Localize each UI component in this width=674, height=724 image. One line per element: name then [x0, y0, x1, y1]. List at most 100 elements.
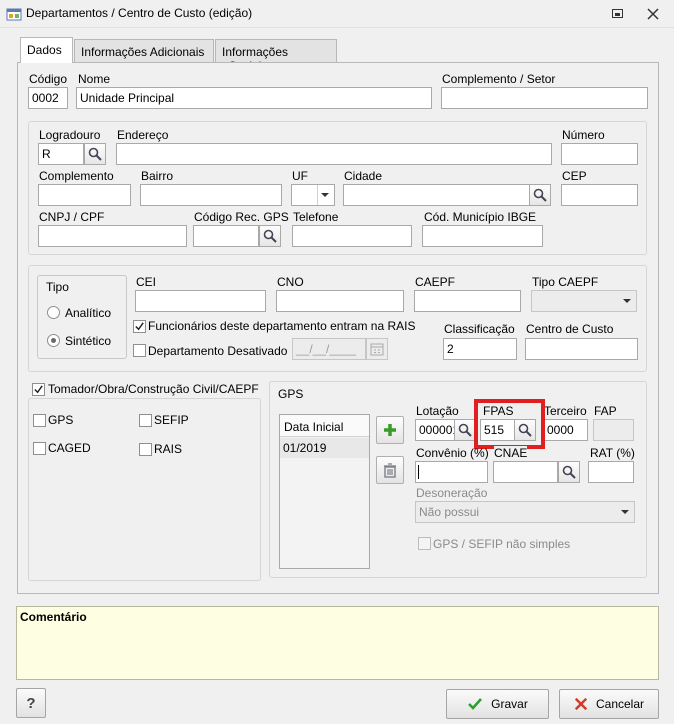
- chevron-down-icon: [616, 502, 634, 522]
- cnae-label: CNAE: [494, 446, 528, 460]
- desoneracao-label: Desoneração: [416, 486, 488, 500]
- sefip-checkbox[interactable]: [139, 414, 152, 427]
- gps-sefip-nao-simples-checkbox[interactable]: [418, 537, 431, 550]
- logradouro-search-button[interactable]: [84, 143, 106, 165]
- tomador-checkbox[interactable]: [32, 383, 45, 396]
- complemento-label: Complemento: [39, 169, 114, 183]
- restore-icon[interactable]: [611, 8, 625, 20]
- codigo-rec-gps-label: Código Rec. GPS: [194, 210, 289, 224]
- logradouro-label: Logradouro: [39, 128, 101, 142]
- list-item-label: 01/2019: [283, 441, 327, 455]
- tipo-sintetico-radio[interactable]: [47, 334, 60, 347]
- telefone-label: Telefone: [293, 210, 339, 224]
- tipo-sintetico-label[interactable]: Sintético: [65, 334, 111, 348]
- text-cursor: [418, 465, 419, 479]
- lotacao-field[interactable]: 000001: [415, 419, 455, 441]
- cei-field[interactable]: [135, 290, 266, 312]
- caged-option-label[interactable]: CAGED: [48, 441, 91, 455]
- caepf-field[interactable]: [414, 290, 521, 312]
- cancelar-button[interactable]: Cancelar: [559, 689, 659, 719]
- gravar-button[interactable]: Gravar: [446, 689, 549, 719]
- tab-informacoes-adicionais[interactable]: Informações Adicionais: [74, 39, 214, 63]
- search-icon: [263, 229, 277, 243]
- cnae-search-button[interactable]: [558, 461, 580, 483]
- complemento-field[interactable]: [38, 184, 131, 206]
- plus-icon: [384, 424, 396, 436]
- calendar-icon[interactable]: [366, 338, 388, 360]
- fap-field[interactable]: [593, 419, 634, 441]
- uf-dropdown-arrow[interactable]: [317, 185, 334, 205]
- rat-label: RAT (%): [590, 446, 635, 460]
- app-icon: [6, 6, 22, 22]
- gps-checkbox[interactable]: [33, 414, 46, 427]
- cnae-field[interactable]: [493, 461, 558, 483]
- centro-de-custo-field[interactable]: [525, 338, 638, 360]
- classificacao-field[interactable]: 2: [443, 338, 517, 360]
- cancel-icon: [574, 697, 588, 711]
- cep-label: CEP: [562, 169, 587, 183]
- terceiro-field[interactable]: 0000: [543, 419, 588, 441]
- cnpj-cpf-field[interactable]: [38, 225, 187, 247]
- cidade-field[interactable]: [343, 184, 530, 206]
- uf-label: UF: [292, 169, 308, 183]
- tab-informacoes-esocial[interactable]: Informações eSocial: [215, 39, 337, 73]
- funcionarios-rais-label[interactable]: Funcionários deste departamento entram n…: [148, 319, 415, 333]
- search-icon: [562, 465, 576, 479]
- cno-field[interactable]: [276, 290, 404, 312]
- rat-field[interactable]: [588, 461, 634, 483]
- desoneracao-dropdown-arrow[interactable]: [616, 502, 634, 522]
- tipo-analitico-radio[interactable]: [47, 306, 60, 319]
- funcionarios-rais-checkbox[interactable]: [133, 320, 146, 333]
- gps-option-label[interactable]: GPS: [48, 413, 73, 427]
- chevron-down-icon: [618, 291, 636, 311]
- search-icon: [533, 188, 547, 202]
- tipo-caepf-dropdown-arrow[interactable]: [618, 291, 636, 311]
- delete-button[interactable]: [376, 456, 404, 484]
- codigo-label: Código: [29, 72, 68, 86]
- title-bar: Departamentos / Centro de Custo (edição): [0, 0, 674, 28]
- convenio-field[interactable]: [415, 461, 488, 483]
- tipo-analitico-label[interactable]: Analítico: [65, 306, 111, 320]
- complemento-setor-field[interactable]: [441, 87, 648, 109]
- rais-option-label[interactable]: RAIS: [154, 442, 182, 456]
- tab-label: Informações Adicionais: [81, 45, 205, 59]
- tomador-label[interactable]: Tomador/Obra/Construção Civil/CAEPF: [48, 382, 259, 396]
- window-title: Departamentos / Centro de Custo (edição): [26, 6, 253, 20]
- departamento-desativado-checkbox[interactable]: [133, 344, 146, 357]
- gps-list-header-label: Data Inicial: [284, 420, 344, 434]
- rais-checkbox[interactable]: [139, 443, 152, 456]
- telefone-field[interactable]: [292, 225, 412, 247]
- desativado-date-field[interactable]: __/__/____: [292, 338, 366, 360]
- departamento-desativado-label[interactable]: Departamento Desativado: [148, 344, 287, 358]
- codigo-rec-gps-field[interactable]: [193, 225, 259, 247]
- sefip-option-label[interactable]: SEFIP: [154, 413, 189, 427]
- tab-dados[interactable]: Dados: [20, 37, 73, 63]
- lotacao-search-button[interactable]: [454, 419, 476, 441]
- centro-de-custo-label: Centro de Custo: [526, 322, 614, 336]
- caged-checkbox[interactable]: [33, 442, 46, 455]
- cod-municipio-ibge-field[interactable]: [422, 225, 543, 247]
- trash-icon: [384, 463, 396, 478]
- numero-field[interactable]: [561, 143, 638, 165]
- logradouro-field[interactable]: R: [38, 143, 84, 165]
- help-button[interactable]: ?: [16, 688, 46, 718]
- caepf-label: CAEPF: [415, 275, 456, 289]
- cidade-search-button[interactable]: [529, 184, 551, 206]
- gps-sefip-nao-simples-label[interactable]: GPS / SEFIP não simples: [433, 537, 570, 551]
- close-icon[interactable]: [646, 7, 660, 21]
- classificacao-label: Classificação: [444, 322, 515, 336]
- nome-label: Nome: [78, 72, 111, 86]
- add-button[interactable]: [376, 416, 404, 444]
- endereco-field[interactable]: [116, 143, 552, 165]
- codigo-field[interactable]: 0002: [28, 87, 68, 109]
- search-icon: [458, 423, 472, 437]
- desoneracao-dropdown[interactable]: Não possui: [415, 501, 635, 523]
- search-icon: [88, 147, 102, 161]
- bairro-field[interactable]: [140, 184, 282, 206]
- codigo-rec-gps-search-button[interactable]: [259, 225, 281, 247]
- nome-field[interactable]: Unidade Principal: [76, 87, 432, 109]
- comentario-field[interactable]: [16, 606, 659, 680]
- cep-field[interactable]: [561, 184, 638, 206]
- numero-label: Número: [562, 128, 605, 142]
- chevron-down-icon: [316, 185, 334, 205]
